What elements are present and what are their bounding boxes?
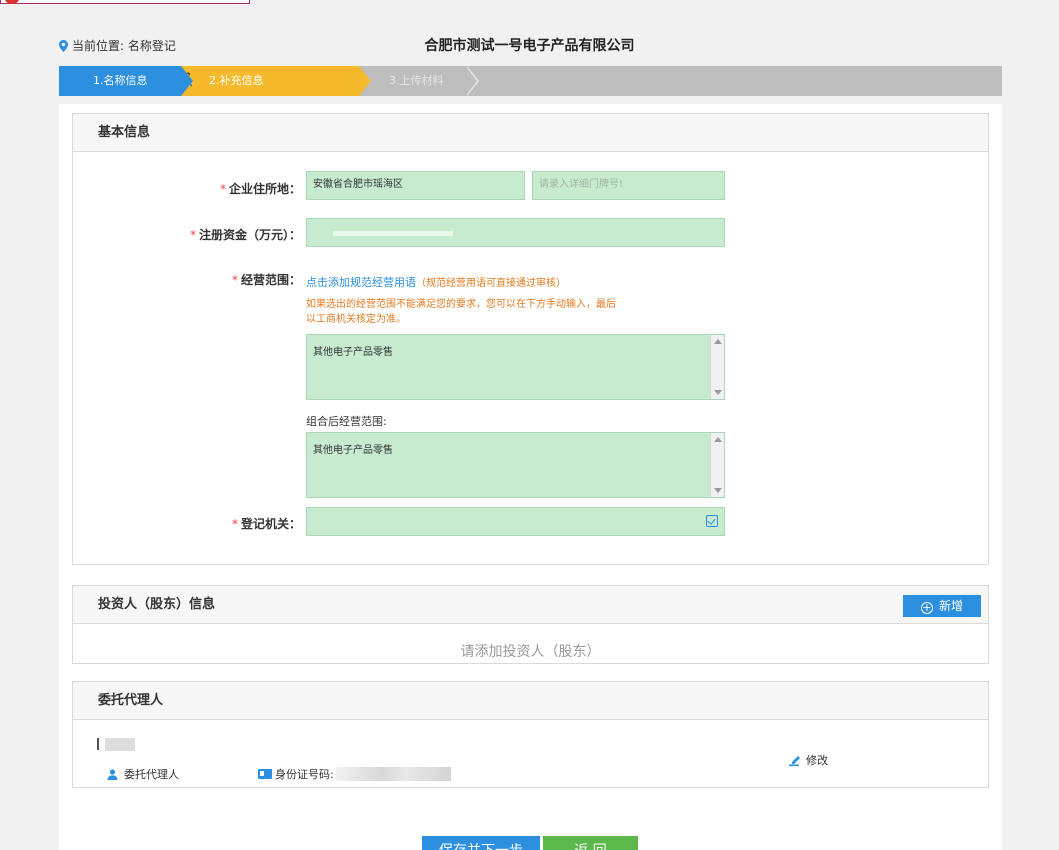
capital-label: * 注册资金（万元）： (73, 226, 301, 243)
add-scope-link[interactable]: 点击添加规范经营用语 (306, 276, 416, 289)
required-mark: * (231, 273, 238, 287)
edit-icon[interactable] (706, 515, 718, 527)
scroll-up-icon[interactable] (714, 437, 722, 442)
combined-scope-label: 组合后经营范围: (306, 415, 387, 428)
required-mark: * (189, 228, 196, 242)
step-upload-label: 3.上传材料 (389, 74, 444, 87)
agent-role-text: 委托代理人 (124, 768, 179, 781)
step-name-info[interactable]: 1.名称信息 (59, 66, 193, 96)
basic-info-title: 基本信息 (73, 114, 988, 152)
agent-panel: 委托代理人 委托代理人 身份证号码: 修改 (72, 681, 989, 788)
step-upload[interactable]: 3.上传材料 (359, 66, 479, 96)
basic-info-panel: 基本信息 * 企业住所地： 安徽省合肥市瑶海区 请录入详细门牌号! * 注册资金（万… (72, 113, 989, 565)
add-investor-label: 新增 (938, 599, 963, 613)
agent-role: 委托代理人 (107, 766, 179, 782)
capital-input[interactable] (306, 218, 725, 247)
page-title: 合肥市测试一号电子产品有限公司 (424, 38, 635, 54)
scope-label-text: 经营范围： (240, 273, 301, 287)
main-content: 基本信息 * 企业住所地： 安徽省合肥市瑶海区 请录入详细门牌号! * 注册资金（万… (59, 104, 1002, 850)
agent-id: 身份证号码: (258, 766, 451, 782)
step-supplement[interactable]: 🚶 2.补充信息 (169, 66, 371, 96)
scrollbar[interactable] (710, 335, 724, 399)
agent-id-label: 身份证号码: (275, 768, 334, 781)
scope-label: * 经营范围： (73, 271, 301, 288)
investors-title: 投资人（股东）信息 (98, 597, 216, 612)
pen-icon (789, 756, 800, 766)
scrollbar[interactable] (710, 433, 724, 497)
redacted-agent-name (105, 738, 135, 751)
step-supplement-label: 2.补充信息 (209, 74, 264, 87)
step-name-info-label: 1.名称信息 (93, 74, 148, 87)
combined-scope-text: 其他电子产品零售 (313, 445, 393, 456)
authority-select[interactable] (306, 507, 725, 536)
address-label: * 企业住所地： (73, 180, 301, 197)
scope-manual-text: 其他电子产品零售 (313, 347, 393, 358)
person-icon (107, 768, 118, 780)
investors-header: 投资人（股东）信息 + 新增 (73, 586, 988, 624)
step-arrow-inner (467, 68, 477, 94)
id-card-icon (258, 769, 272, 779)
capital-label-text: 注册资金（万元）： (198, 228, 301, 242)
save-next-button[interactable]: 保存并下一步 (422, 836, 540, 850)
scope-link-note: （规范经营用语可直接通过审核） (416, 278, 566, 289)
scroll-up-icon[interactable] (714, 339, 722, 344)
scope-hint: 如果选出的经营范围不能满足您的要求，您可以在下方手动输入，最后以工商机关核定为准… (306, 299, 616, 325)
plus-circle-icon: + (920, 601, 933, 614)
required-mark: * (219, 182, 226, 196)
scope-link-row: 点击添加规范经营用语（规范经营用语可直接通过审核） (306, 274, 566, 290)
form-actions: 保存并下一步 返 回 (422, 836, 638, 850)
logo-fragment (0, 0, 250, 4)
agent-title: 委托代理人 (73, 682, 988, 720)
combined-scope-textarea[interactable]: 其他电子产品零售 (306, 432, 725, 498)
investors-empty-hint: 请添加投资人（股东） (460, 644, 601, 660)
logo-dot (5, 0, 19, 4)
investors-panel: 投资人（股东）信息 + 新增 请添加投资人（股东） (72, 585, 989, 664)
step-progress: 3.上传材料 🚶 2.补充信息 1.名称信息 (59, 66, 1002, 96)
address-select[interactable]: 安徽省合肥市瑶海区 (306, 171, 525, 200)
address-label-text: 企业住所地： (228, 182, 301, 196)
back-button[interactable]: 返 回 (543, 836, 638, 850)
step-arrow (181, 66, 193, 96)
step-arrow (359, 66, 371, 96)
authority-label-text: 登记机关： (240, 517, 301, 531)
text-cursor (97, 738, 99, 750)
scope-manual-textarea[interactable]: 其他电子产品零售 (306, 334, 725, 400)
redacted-value (333, 231, 453, 236)
modify-agent-button[interactable]: 修改 (789, 752, 828, 768)
scroll-down-icon[interactable] (714, 390, 722, 395)
address-detail-input[interactable]: 请录入详细门牌号! (532, 171, 725, 200)
required-mark: * (231, 517, 238, 531)
authority-label: * 登记机关： (73, 515, 301, 532)
add-investor-button[interactable]: + 新增 (903, 595, 981, 617)
scroll-down-icon[interactable] (714, 488, 722, 493)
redacted-id-number (335, 767, 451, 781)
modify-label: 修改 (806, 754, 828, 767)
